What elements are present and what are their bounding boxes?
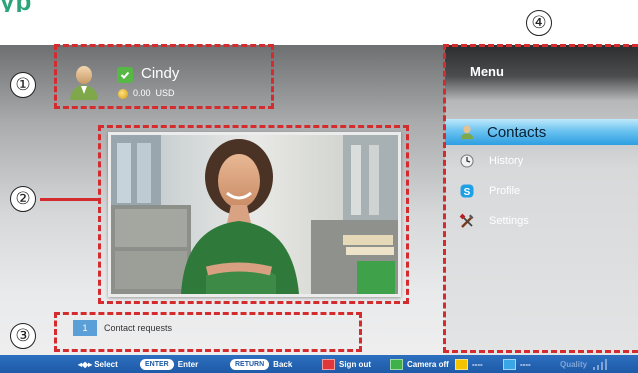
menu-item-history[interactable]: History [445,148,638,174]
online-status-icon [117,67,133,83]
green-key-hint[interactable]: Camera off [390,355,449,373]
annotation-number-3: ③ [10,323,36,349]
menu-item-settings[interactable]: Settings [445,208,638,234]
arrow-keys-icon: ◂◆▸ [78,359,93,369]
select-hint-label: Select [94,359,118,369]
app-logo: yp [0,0,120,12]
return-hint: RETURN Back [230,355,292,373]
annotation-number-4: ④ [526,10,552,36]
red-key-icon [322,358,335,370]
balance-currency: USD [155,88,175,98]
contacts-icon [459,124,475,140]
user-avatar [68,64,100,100]
menu-item-label: History [489,155,524,167]
annotation-connector [40,198,99,201]
quality-indicator: Quality [560,355,608,373]
contact-requests-count[interactable]: 1 [73,320,97,336]
blue-key-hint[interactable]: ---- [503,355,531,373]
enter-key: ENTER [140,358,174,370]
bottom-key-guide: ◂◆▸ Select ENTER Enter RETURN Back Sign … [0,355,638,373]
menu-item-label: Profile [489,185,521,197]
video-preview [108,132,401,297]
quality-label: Quality [560,359,588,369]
menu-item-contacts[interactable]: Contacts [445,119,638,145]
red-key-hint[interactable]: Sign out [322,355,371,373]
menu-item-label: Settings [489,215,529,227]
svg-text:S: S [464,187,471,198]
balance-amount: 0.00 [133,88,151,98]
enter-hint: ENTER Enter [140,355,198,373]
return-key: RETURN [230,358,270,370]
enter-hint-label: Enter [177,359,199,369]
contact-requests-label[interactable]: Contact requests [104,323,172,333]
menu-title: Menu [470,64,504,79]
skype-icon: S [459,183,475,199]
clock-icon [459,153,475,169]
yellow-key-hint[interactable]: ---- [455,355,483,373]
yellow-key-label: ---- [472,359,483,369]
blue-key-label: ---- [520,359,531,369]
green-key-icon [390,358,403,370]
coin-icon [118,89,128,99]
menu-item-label: Contacts [487,123,547,141]
yellow-key-icon [455,358,468,370]
account-balance: 0.00 USD [133,88,175,98]
menu-item-profile[interactable]: S Profile [445,178,638,204]
camera-off-label: Camera off [407,359,449,369]
signal-bars-icon [593,358,608,370]
blue-key-icon [503,358,516,370]
tools-icon [459,213,475,229]
sign-out-label: Sign out [339,359,371,369]
annotation-number-1: ① [10,72,36,98]
back-hint-label: Back [273,359,293,369]
user-name: Cindy [141,65,180,82]
select-hint: ◂◆▸ Select [78,355,118,373]
annotation-number-2: ② [10,186,36,212]
